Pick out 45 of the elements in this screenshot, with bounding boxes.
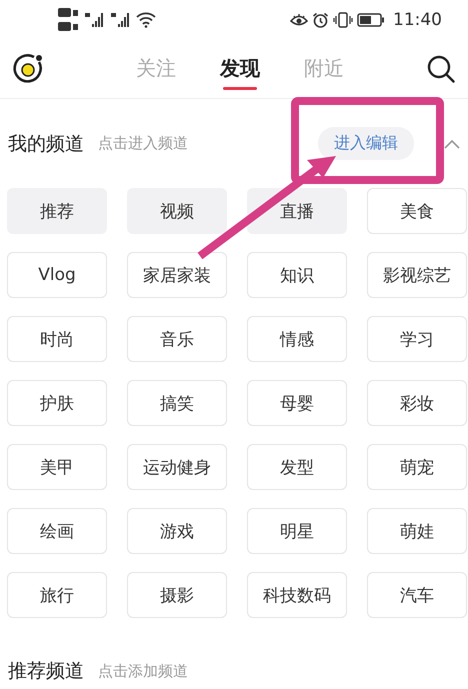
channel-chip[interactable]: 明星 bbox=[247, 508, 347, 554]
channel-chip[interactable]: 摄影 bbox=[127, 572, 227, 618]
channel-chip[interactable]: 搞笑 bbox=[127, 380, 227, 426]
channel-chip[interactable]: 影视综艺 bbox=[367, 252, 467, 298]
channel-chip[interactable]: 视频 bbox=[127, 188, 227, 234]
channel-chip[interactable]: 情感 bbox=[247, 316, 347, 362]
channel-chip[interactable]: 游戏 bbox=[127, 508, 227, 554]
section-hint: 点击添加频道 bbox=[98, 662, 188, 680]
alarm-icon bbox=[312, 12, 329, 28]
channel-chip[interactable]: 汽车 bbox=[367, 572, 467, 618]
vibrate-icon bbox=[333, 12, 353, 28]
battery-icon bbox=[357, 13, 385, 27]
channel-chip[interactable]: 萌宠 bbox=[367, 444, 467, 490]
channel-chip[interactable]: Vlog bbox=[7, 252, 107, 298]
channel-chip[interactable]: 运动健身 bbox=[127, 444, 227, 490]
section-hint: 点击进入频道 bbox=[98, 134, 188, 153]
channel-chip[interactable]: 推荐 bbox=[7, 188, 107, 234]
signal-icon bbox=[84, 11, 106, 29]
channel-chip[interactable]: 音乐 bbox=[127, 316, 227, 362]
section-title: 推荐频道 bbox=[8, 659, 84, 684]
channel-chip[interactable]: 发型 bbox=[247, 444, 347, 490]
search-icon[interactable] bbox=[426, 54, 456, 84]
channel-chip[interactable]: 萌娃 bbox=[367, 508, 467, 554]
channel-chip[interactable]: 时尚 bbox=[7, 316, 107, 362]
signal-icon bbox=[110, 11, 132, 29]
status-time: 11:40 bbox=[393, 10, 442, 30]
channel-chip[interactable]: 旅行 bbox=[7, 572, 107, 618]
nav-tab[interactable]: 发现 bbox=[220, 48, 260, 90]
channel-chip[interactable]: 科技数码 bbox=[247, 572, 347, 618]
section-title: 我的频道 bbox=[8, 132, 84, 156]
eye-icon bbox=[290, 13, 308, 27]
channel-chip[interactable]: 家居家装 bbox=[127, 252, 227, 298]
edit-button[interactable]: 进入编辑 bbox=[318, 127, 414, 160]
channel-chip[interactable]: 彩妆 bbox=[367, 380, 467, 426]
wifi-icon bbox=[136, 12, 156, 28]
channel-chip[interactable]: 美甲 bbox=[7, 444, 107, 490]
channel-chip[interactable]: 母婴 bbox=[247, 380, 347, 426]
channel-chip[interactable]: 直播 bbox=[247, 188, 347, 234]
hd-icon bbox=[58, 6, 80, 34]
channel-chip[interactable]: 知识 bbox=[247, 252, 347, 298]
channel-chip[interactable]: 护肤 bbox=[7, 380, 107, 426]
channel-chip[interactable]: 绘画 bbox=[7, 508, 107, 554]
channel-chip[interactable]: 美食 bbox=[367, 188, 467, 234]
collapse-icon[interactable] bbox=[444, 138, 460, 148]
channel-chip[interactable]: 学习 bbox=[367, 316, 467, 362]
